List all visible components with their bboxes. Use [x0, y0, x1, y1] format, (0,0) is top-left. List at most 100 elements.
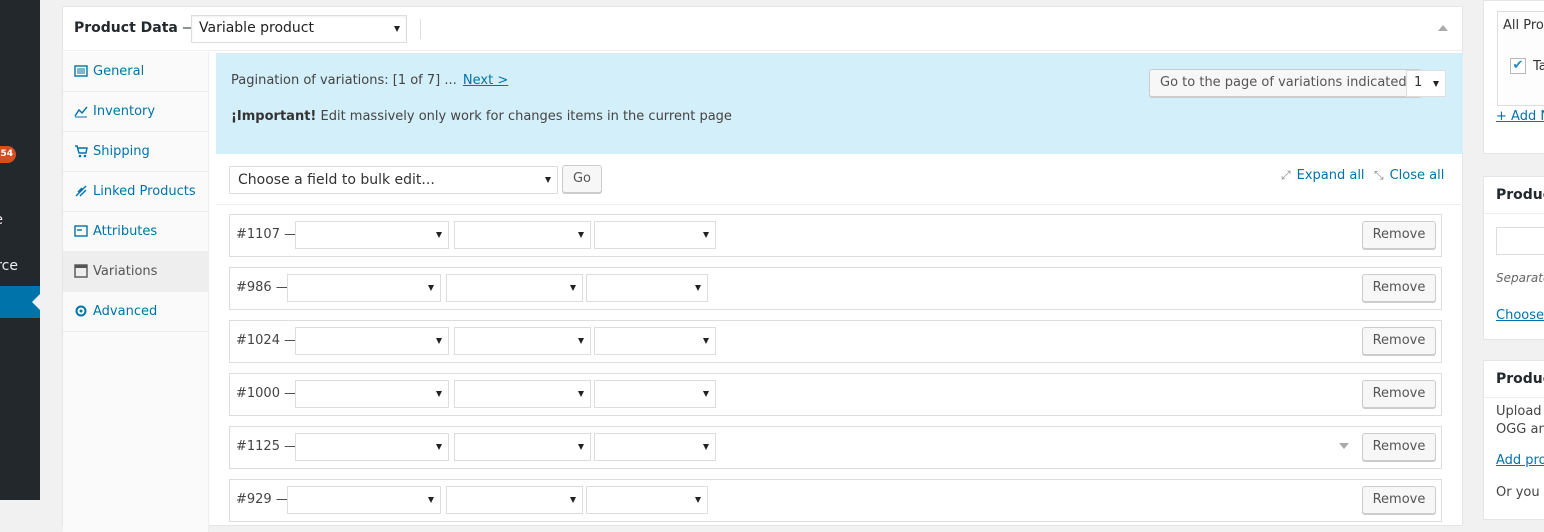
all-categories-tab[interactable]: All Prod	[1503, 18, 1544, 33]
variation-row[interactable]: #929 — Remove	[229, 479, 1442, 522]
variation-id: #1000 —	[236, 386, 298, 401]
remove-variation-button[interactable]: Remove	[1362, 486, 1436, 514]
variation-row[interactable]: #1125 — Remove	[229, 426, 1442, 469]
chevron-down-icon	[436, 444, 442, 450]
variation-id: #986 —	[236, 280, 289, 295]
chevron-down-icon	[570, 497, 576, 503]
attribute-select[interactable]	[295, 221, 449, 249]
remove-variation-button[interactable]: Remove	[1362, 433, 1436, 461]
product-categories-box: All Prod ✔ Ta + Add N	[1483, 0, 1544, 154]
chevron-down-icon	[570, 285, 576, 291]
inventory-icon	[74, 106, 88, 118]
category-label: Ta	[1533, 59, 1544, 74]
attribute-select[interactable]	[454, 433, 591, 461]
close-all-link[interactable]: ⤡ Close all	[1374, 168, 1444, 183]
attribute-select[interactable]	[594, 433, 716, 461]
next-page-link[interactable]: Next >	[463, 73, 508, 88]
chevron-down-icon	[436, 232, 442, 238]
attributes-icon	[74, 225, 88, 237]
attribute-select[interactable]	[594, 221, 716, 249]
attribute-select[interactable]	[454, 327, 591, 355]
choose-tags-link[interactable]: Choose	[1496, 308, 1544, 323]
product-tags-box: Produc Separate Choose	[1483, 176, 1544, 340]
chevron-down-icon	[703, 232, 709, 238]
attribute-select[interactable]	[454, 380, 591, 408]
upload-info-line: Upload	[1496, 404, 1542, 419]
important-note: ¡Important! Edit massively only work for…	[231, 109, 732, 124]
chevron-down-icon	[703, 338, 709, 344]
attribute-select[interactable]	[287, 274, 441, 302]
admin-menu: 54 e rce	[0, 0, 40, 500]
advanced-icon	[75, 305, 87, 317]
product-video-title: Produc	[1496, 371, 1544, 387]
attribute-select[interactable]	[287, 486, 441, 514]
toolbar-divider	[216, 204, 1463, 205]
page-number-select[interactable]: 1	[1406, 70, 1446, 97]
expand-variation-icon[interactable]	[1339, 443, 1349, 449]
tags-input[interactable]	[1496, 227, 1544, 255]
add-product-video-link[interactable]: Add pro	[1496, 453, 1544, 468]
chevron-down-icon	[428, 285, 434, 291]
attribute-select[interactable]	[594, 380, 716, 408]
chevron-down-icon	[545, 177, 551, 183]
close-all-label: Close all	[1389, 168, 1445, 183]
chevron-down-icon	[695, 285, 701, 291]
attribute-select[interactable]	[594, 327, 716, 355]
product-type-value: Variable product	[199, 20, 314, 36]
variation-row[interactable]: #1024 — Remove	[229, 320, 1442, 363]
collapse-toggle-icon[interactable]	[1438, 25, 1448, 31]
product-tags-title: Produc	[1496, 187, 1544, 203]
menu-item-fragment[interactable]: e	[0, 212, 3, 228]
variation-id: #1107 —	[236, 227, 298, 242]
tab-linked-products[interactable]: Linked Products	[63, 172, 208, 212]
general-icon	[74, 65, 88, 77]
expand-icon: ⤢	[1281, 168, 1291, 182]
expand-all-link[interactable]: ⤢ Expand all	[1281, 168, 1365, 183]
attribute-select[interactable]	[454, 221, 591, 249]
attribute-select[interactable]	[446, 274, 583, 302]
remove-variation-button[interactable]: Remove	[1362, 327, 1436, 355]
linked-products-icon	[75, 185, 87, 197]
bulk-edit-placeholder: Choose a field to bulk edit...	[238, 172, 435, 188]
tab-label: Variations	[93, 264, 158, 279]
category-checkbox[interactable]: ✔	[1510, 58, 1526, 74]
attribute-select[interactable]	[295, 327, 449, 355]
tab-inventory[interactable]: Inventory	[63, 92, 208, 132]
product-video-box: Produc Upload OGG an Add pro Or you c	[1483, 360, 1544, 520]
variations-notice: Pagination of variations: [1 of 7] ... N…	[216, 53, 1463, 154]
product-data-title: Product Data —	[74, 20, 197, 36]
tab-advanced[interactable]: Advanced	[63, 292, 208, 332]
pagination-text: Pagination of variations: [1 of 7] ...	[231, 73, 457, 88]
current-menu-item[interactable]	[0, 286, 40, 318]
bulk-edit-select[interactable]: Choose a field to bulk edit...	[229, 166, 558, 194]
tab-label: Advanced	[93, 304, 158, 319]
tab-label: Linked Products	[93, 184, 196, 199]
tab-shipping[interactable]: Shipping	[63, 132, 208, 172]
variation-row[interactable]: #1107 — Remove	[229, 214, 1442, 257]
variation-row[interactable]: #986 — Remove	[229, 267, 1442, 310]
variation-row[interactable]: #1000 — Remove	[229, 373, 1442, 416]
goto-page-button[interactable]: Go to the page of variations indicated:	[1149, 69, 1423, 97]
product-data-header: Product Data — Variable product	[63, 7, 1462, 51]
product-type-select[interactable]: Variable product	[191, 15, 407, 43]
tab-attributes[interactable]: Attributes	[63, 212, 208, 252]
add-new-category-link[interactable]: + Add N	[1496, 109, 1544, 124]
tab-general[interactable]: General	[63, 52, 208, 92]
chevron-down-icon	[578, 232, 584, 238]
variation-id: #1125 —	[236, 439, 298, 454]
chevron-down-icon	[428, 497, 434, 503]
menu-item-fragment-woocommerce[interactable]: rce	[0, 258, 18, 274]
remove-variation-button[interactable]: Remove	[1362, 221, 1436, 249]
remove-variation-button[interactable]: Remove	[1362, 274, 1436, 302]
remove-variation-button[interactable]: Remove	[1362, 380, 1436, 408]
tab-variations[interactable]: Variations	[63, 252, 209, 292]
attribute-select[interactable]	[586, 486, 708, 514]
important-label: ¡Important!	[231, 109, 317, 124]
bulk-go-button[interactable]: Go	[562, 165, 602, 193]
attribute-select[interactable]	[586, 274, 708, 302]
important-text: Edit massively only work for changes ite…	[316, 109, 732, 124]
attribute-select[interactable]	[295, 433, 449, 461]
attribute-select[interactable]	[446, 486, 583, 514]
attribute-select[interactable]	[295, 380, 449, 408]
variation-id: #1024 —	[236, 333, 298, 348]
